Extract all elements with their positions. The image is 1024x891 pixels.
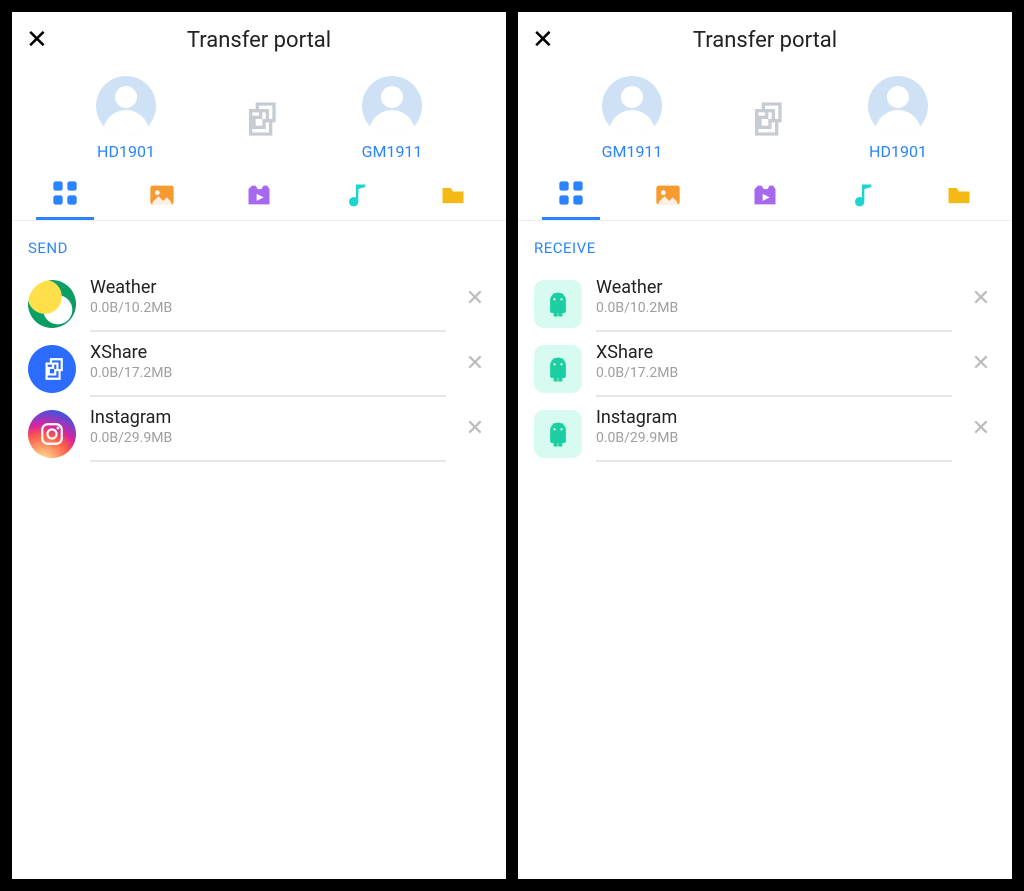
peer-row: HD1901 GM1911 (12, 68, 506, 167)
remove-icon[interactable]: ✕ (460, 286, 490, 321)
music-icon (342, 181, 370, 209)
avatar-icon (868, 76, 928, 136)
remove-icon[interactable]: ✕ (966, 351, 996, 386)
remove-icon[interactable]: ✕ (460, 351, 490, 386)
peer-self[interactable]: GM1911 (577, 76, 687, 161)
item-name: Weather (596, 277, 952, 298)
item-name: Instagram (90, 407, 446, 428)
section-label: SEND (12, 221, 506, 267)
item-body[interactable]: Weather 0.0B/10.2MB (90, 275, 446, 332)
page-title: Transfer portal (26, 28, 492, 53)
avatar-icon (602, 76, 662, 136)
item-body[interactable]: Instagram 0.0B/29.9MB (596, 405, 952, 462)
tab-photos[interactable] (133, 179, 191, 220)
photo-icon (148, 181, 176, 209)
item-body[interactable]: Weather 0.0B/10.2MB (596, 275, 952, 332)
tab-videos[interactable] (230, 179, 288, 220)
phone-send: ✕ Transfer portal HD1901 GM1911 (12, 12, 506, 879)
list-item: XShare 0.0B/17.2MB ✕ (518, 332, 1012, 397)
peer-self[interactable]: HD1901 (71, 76, 181, 161)
peer-remote[interactable]: HD1901 (843, 76, 953, 161)
list-item: Instagram 0.0B/29.9MB ✕ (12, 397, 506, 462)
category-tabs (12, 167, 506, 221)
apps-icon (51, 179, 79, 207)
tab-photos[interactable] (639, 179, 697, 220)
header: ✕ Transfer portal (518, 12, 1012, 68)
tab-files[interactable] (930, 179, 988, 220)
folder-icon (439, 181, 467, 209)
tab-apps[interactable] (542, 179, 600, 220)
item-size: 0.0B/29.9MB (596, 430, 952, 446)
link-icon (745, 99, 785, 139)
item-size: 0.0B/17.2MB (596, 365, 952, 381)
item-body[interactable]: XShare 0.0B/17.2MB (596, 340, 952, 397)
photo-icon (654, 181, 682, 209)
avatar-icon (96, 76, 156, 136)
video-icon (245, 181, 273, 209)
item-body[interactable]: Instagram 0.0B/29.9MB (90, 405, 446, 462)
item-name: XShare (90, 342, 446, 363)
android-icon (534, 280, 582, 328)
xshare-icon (28, 345, 76, 393)
list-item: Instagram 0.0B/29.9MB ✕ (518, 397, 1012, 462)
peer-remote-name: GM1911 (362, 142, 423, 161)
avatar-icon (362, 76, 422, 136)
android-icon (534, 410, 582, 458)
remove-icon[interactable]: ✕ (966, 416, 996, 451)
tab-apps[interactable] (36, 179, 94, 220)
item-size: 0.0B/29.9MB (90, 430, 446, 446)
weather-icon (28, 280, 76, 328)
folder-icon (945, 181, 973, 209)
item-body[interactable]: XShare 0.0B/17.2MB (90, 340, 446, 397)
tab-music[interactable] (327, 179, 385, 220)
peer-remote-name: HD1901 (869, 142, 927, 161)
instagram-icon (28, 410, 76, 458)
peer-remote[interactable]: GM1911 (337, 76, 447, 161)
tab-files[interactable] (424, 179, 482, 220)
item-size: 0.0B/17.2MB (90, 365, 446, 381)
tab-videos[interactable] (736, 179, 794, 220)
remove-icon[interactable]: ✕ (966, 286, 996, 321)
section-label: RECEIVE (518, 221, 1012, 267)
list-item: XShare 0.0B/17.2MB ✕ (12, 332, 506, 397)
apps-icon (557, 179, 585, 207)
phone-receive: ✕ Transfer portal GM1911 HD1901 (518, 12, 1012, 879)
page-title: Transfer portal (532, 28, 998, 53)
video-icon (751, 181, 779, 209)
peer-row: GM1911 HD1901 (518, 68, 1012, 167)
item-size: 0.0B/10.2MB (596, 300, 952, 316)
header: ✕ Transfer portal (12, 12, 506, 68)
tab-music[interactable] (833, 179, 891, 220)
peer-self-name: GM1911 (602, 142, 663, 161)
link-icon (239, 99, 279, 139)
android-icon (534, 345, 582, 393)
remove-icon[interactable]: ✕ (460, 416, 490, 451)
peer-self-name: HD1901 (97, 142, 155, 161)
music-icon (848, 181, 876, 209)
list-item: Weather 0.0B/10.2MB ✕ (12, 267, 506, 332)
item-size: 0.0B/10.2MB (90, 300, 446, 316)
item-name: XShare (596, 342, 952, 363)
item-name: Instagram (596, 407, 952, 428)
category-tabs (518, 167, 1012, 221)
item-name: Weather (90, 277, 446, 298)
list-item: Weather 0.0B/10.2MB ✕ (518, 267, 1012, 332)
